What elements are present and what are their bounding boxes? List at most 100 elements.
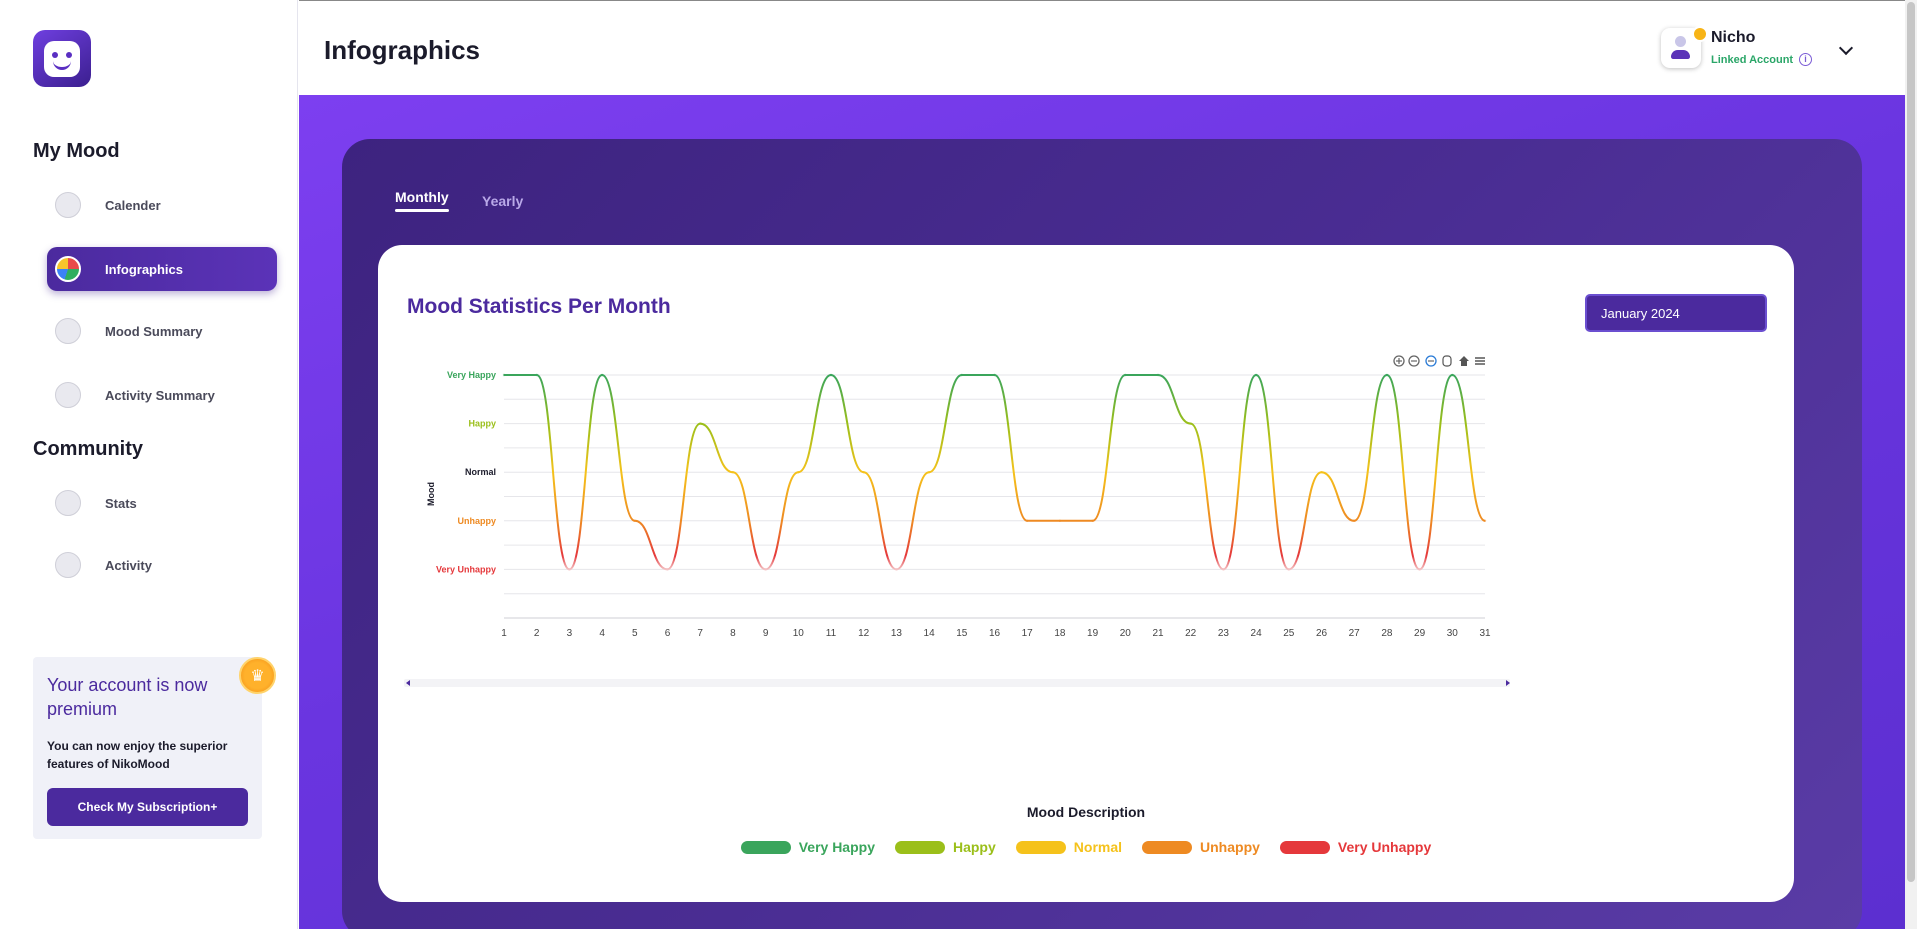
x-tick-label: 25 xyxy=(1283,628,1295,639)
tab-active-indicator xyxy=(395,209,449,212)
x-tick-label: 14 xyxy=(924,628,936,639)
sidebar-item-label: Activity xyxy=(105,557,152,573)
x-tick-label: 31 xyxy=(1479,628,1491,639)
x-tick-label: 2 xyxy=(534,628,540,639)
section-community: Community xyxy=(33,438,143,460)
legend-label: Unhappy xyxy=(1200,839,1260,855)
legend-title: Mood Description xyxy=(1026,804,1146,820)
x-tick-label: 7 xyxy=(697,628,703,639)
y-tick-label: Normal xyxy=(465,467,496,477)
data-point xyxy=(895,568,898,571)
pie-chart-icon xyxy=(55,256,81,282)
y-tick-label: Unhappy xyxy=(457,516,496,526)
sidebar-item-mood-summary[interactable]: Mood Summary xyxy=(47,309,277,353)
data-point xyxy=(927,471,931,474)
data-point xyxy=(1189,422,1192,425)
data-point xyxy=(1418,568,1421,571)
page-title: Infographics xyxy=(324,35,481,65)
data-point xyxy=(1385,373,1389,377)
avatar-badge-icon xyxy=(1692,26,1708,42)
x-tick-label: 21 xyxy=(1152,628,1164,639)
chevron-down-icon[interactable] xyxy=(1838,40,1854,56)
sidebar-item-label: Mood Summary xyxy=(105,323,203,339)
premium-card: Your account is now premium You can now … xyxy=(33,657,262,839)
scrollbar-thumb[interactable] xyxy=(1907,2,1915,882)
x-tick-label: 26 xyxy=(1316,628,1328,639)
tab-yearly[interactable]: Yearly xyxy=(482,193,523,209)
data-point xyxy=(1483,519,1487,522)
legend-swatch xyxy=(1279,840,1330,854)
legend-item[interactable]: Very Happy xyxy=(740,839,875,855)
pan-icon[interactable] xyxy=(1442,355,1452,367)
legend-label: Normal xyxy=(1073,839,1123,855)
legend-swatch xyxy=(894,840,945,854)
chart-legend: Very Happy Happy Normal Unhappy Very Unhappy xyxy=(378,839,1794,855)
section-my-mood: My Mood xyxy=(33,140,120,162)
x-tick-label: 24 xyxy=(1251,628,1263,639)
legend-item[interactable]: Unhappy xyxy=(1142,839,1260,855)
legend-label: Very Unhappy xyxy=(1337,839,1432,855)
app-logo[interactable] xyxy=(33,30,91,87)
legend-swatch xyxy=(1015,840,1066,854)
data-point xyxy=(1254,373,1258,377)
data-point xyxy=(764,568,767,571)
app-root: My Mood Calender Infographics Mood Summa… xyxy=(0,0,1917,929)
activity-summary-icon xyxy=(55,382,81,408)
stats-icon xyxy=(55,490,81,516)
info-icon[interactable]: i xyxy=(1799,53,1812,66)
sidebar-item-calender[interactable]: Calender xyxy=(47,183,277,227)
menu-icon[interactable] xyxy=(1475,357,1485,365)
page-scrollbar[interactable] xyxy=(1905,0,1917,929)
check-subscription-button[interactable]: Check My Subscription+ xyxy=(47,788,248,826)
zoom-select-icon[interactable] xyxy=(1425,355,1437,367)
x-tick-label: 29 xyxy=(1414,628,1426,639)
tab-monthly[interactable]: Monthly xyxy=(395,189,449,205)
user-name: Nicho xyxy=(1711,29,1756,46)
data-point xyxy=(731,471,735,474)
data-point xyxy=(1222,568,1225,571)
x-tick-label: 27 xyxy=(1349,628,1361,639)
x-tick-label: 9 xyxy=(763,628,769,639)
x-tick-label: 10 xyxy=(793,628,805,639)
sidebar-item-infographics[interactable]: Infographics xyxy=(47,247,277,291)
mood-summary-icon xyxy=(55,318,81,344)
linked-account-label: Linked Account xyxy=(1711,54,1794,66)
legend-item[interactable]: Happy xyxy=(894,839,996,855)
legend-item[interactable]: Very Unhappy xyxy=(1279,839,1432,855)
y-tick-label: Very Unhappy xyxy=(436,564,496,574)
reset-home-icon[interactable] xyxy=(1459,356,1469,366)
sidebar: My Mood Calender Infographics Mood Summa… xyxy=(0,0,298,929)
y-tick-label: Very Happy xyxy=(447,370,496,380)
x-tick-label: 30 xyxy=(1447,628,1459,639)
zoom-in-icon[interactable] xyxy=(1393,355,1405,367)
x-tick-label: 3 xyxy=(567,628,573,639)
x-tick-label: 17 xyxy=(1022,628,1034,639)
data-point xyxy=(1353,519,1356,522)
chart-card: Mood Statistics Per Month January 2024 V… xyxy=(378,245,1794,902)
x-tick-label: 23 xyxy=(1218,628,1230,639)
crown-icon: ♛ xyxy=(239,657,276,694)
sidebar-item-stats[interactable]: Stats xyxy=(47,481,277,525)
sidebar-item-activity[interactable]: Activity xyxy=(47,543,277,587)
data-point xyxy=(829,373,833,377)
x-tick-label: 12 xyxy=(858,628,870,639)
legend-item[interactable]: Normal xyxy=(1015,839,1123,855)
sidebar-item-activity-summary[interactable]: Activity Summary xyxy=(47,373,277,417)
legend-label: Very Happy xyxy=(798,839,875,855)
data-point xyxy=(797,471,800,474)
zoom-out-icon[interactable] xyxy=(1408,355,1420,367)
activity-icon xyxy=(55,552,81,578)
sidebar-item-label: Infographics xyxy=(105,261,184,277)
data-point xyxy=(1287,568,1290,571)
data-point xyxy=(535,373,538,377)
premium-title: Your account is now premium xyxy=(47,675,208,719)
x-tick-label: 11 xyxy=(826,628,837,639)
x-tick-label: 16 xyxy=(989,628,1001,639)
top-header: Infographics Nicho Linked Account i xyxy=(299,0,1905,95)
x-tick-label: 13 xyxy=(891,628,903,639)
data-point xyxy=(993,373,996,377)
legend-swatch xyxy=(1142,840,1193,854)
data-point xyxy=(1026,519,1029,522)
legend-label: Happy xyxy=(952,839,996,855)
y-axis-title: Mood xyxy=(426,482,436,506)
